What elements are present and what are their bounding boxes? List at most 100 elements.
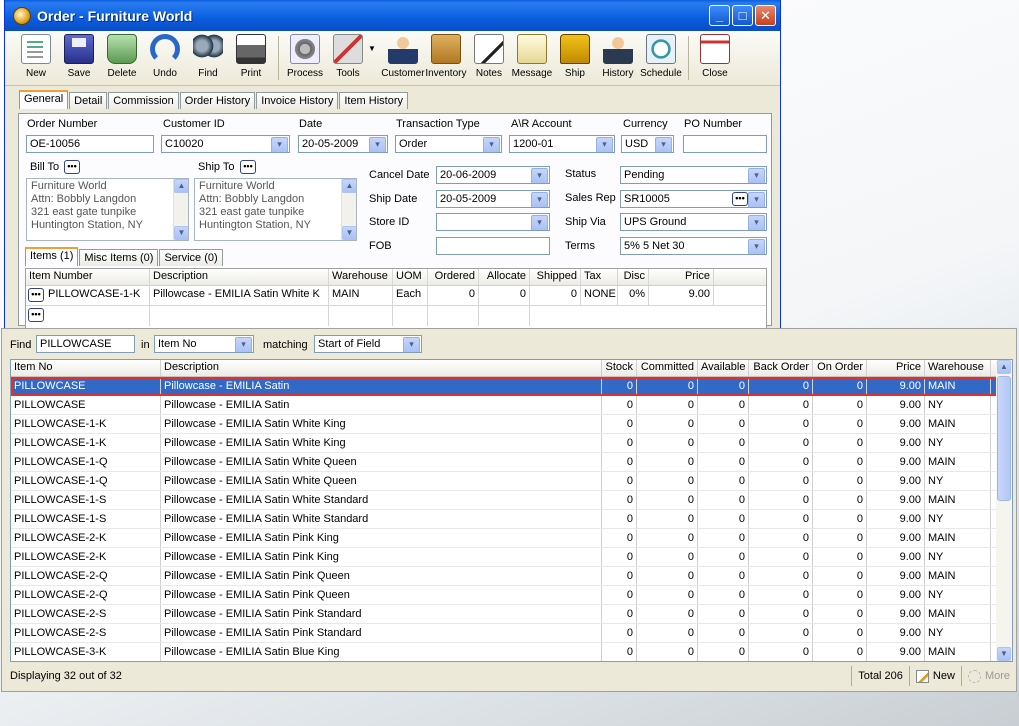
column-header[interactable]: Ordered [428, 269, 479, 285]
ship-to-scrollbar[interactable]: ▲ ▼ [341, 179, 356, 240]
more-button[interactable]: More [967, 669, 1010, 683]
shipped-cell[interactable]: 0 [530, 286, 581, 305]
find-input[interactable]: PILLOWCASE [36, 335, 135, 353]
bill-to-address[interactable]: Furniture World Attn: Bobbly Langdon 321… [26, 178, 189, 241]
delete-button[interactable]: Delete [101, 34, 143, 79]
column-header[interactable]: Warehouse [925, 360, 991, 376]
ship-date-combo[interactable]: 20-05-2009 [436, 190, 550, 208]
tab-detail[interactable]: Detail [69, 92, 108, 109]
scroll-up-icon[interactable]: ▲ [342, 179, 356, 193]
column-header[interactable]: Disc [618, 269, 649, 285]
empty-cell[interactable] [479, 306, 530, 326]
process-button[interactable]: Process [284, 34, 326, 79]
ordered-cell[interactable]: 0 [428, 286, 479, 305]
column-header[interactable]: Allocate [479, 269, 530, 285]
column-header[interactable]: Description [161, 360, 602, 376]
column-header[interactable]: On Order [813, 360, 867, 376]
tools-dropdown-arrow-icon[interactable]: ▼ [368, 44, 376, 53]
empty-cell[interactable] [428, 306, 479, 326]
ship-button[interactable]: Ship [554, 34, 596, 79]
cancel-date-combo[interactable]: 20-06-2009 [436, 166, 550, 184]
scroll-down-icon[interactable]: ▼ [174, 226, 188, 240]
item-row[interactable]: ••• PILLOWCASE-1-K Pillowcase - EMILIA S… [26, 286, 766, 306]
tab-item-history[interactable]: Item History [339, 92, 409, 109]
customer-id-combo[interactable]: C10020 [161, 135, 290, 153]
new-item-row[interactable]: ••• [26, 306, 766, 326]
matching-mode-combo[interactable]: Start of Field [314, 335, 422, 353]
table-row[interactable]: PILLOWCASE-1-Q Pillowcase - EMILIA Satin … [11, 453, 1012, 472]
column-header[interactable]: Price [649, 269, 714, 285]
po-number-field[interactable] [683, 135, 767, 153]
tools-button[interactable]: Tools [327, 34, 369, 79]
table-row[interactable]: PILLOWCASE-2-Q Pillowcase - EMILIA Satin … [11, 586, 1012, 605]
history-button[interactable]: History [597, 34, 639, 79]
item-lookup-button[interactable]: ••• [28, 308, 44, 322]
table-row[interactable]: PILLOWCASE-2-K Pillowcase - EMILIA Satin … [11, 529, 1012, 548]
table-row[interactable]: PILLOWCASE-2-S Pillowcase - EMILIA Satin … [11, 624, 1012, 643]
new-item-button[interactable]: New [915, 669, 955, 683]
table-row[interactable]: PILLOWCASE Pillowcase - EMILIA Satin 0 0 0 0 0… [11, 377, 1012, 396]
customer-button[interactable]: Customer [381, 34, 425, 79]
column-header[interactable]: Shipped [530, 269, 581, 285]
scroll-up-icon[interactable]: ▲ [174, 179, 188, 193]
item-number-cell[interactable]: ••• PILLOWCASE-1-K [26, 286, 150, 305]
item-number-cell[interactable]: ••• [26, 306, 150, 326]
ship-via-combo[interactable]: UPS Ground [620, 213, 767, 231]
column-header[interactable]: Item Number [26, 269, 150, 285]
allocate-cell[interactable]: 0 [479, 286, 530, 305]
description-cell[interactable]: Pillowcase - EMILIA Satin White K [150, 286, 329, 305]
description-cell[interactable] [150, 306, 329, 326]
find-button[interactable]: Find [187, 34, 229, 79]
title-bar[interactable]: Order - Furniture World _ □ ✕ [5, 0, 780, 31]
table-row[interactable]: PILLOWCASE-1-Q Pillowcase - EMILIA Satin … [11, 472, 1012, 491]
undo-button[interactable]: Undo [144, 34, 186, 79]
item-lookup-button[interactable]: ••• [28, 288, 44, 302]
fob-field[interactable] [436, 237, 550, 255]
disc-cell[interactable]: 0% [618, 286, 649, 305]
column-header[interactable]: Committed [637, 360, 698, 376]
column-header[interactable]: Description [150, 269, 329, 285]
table-row[interactable]: PILLOWCASE Pillowcase - EMILIA Satin 0 0 0 0 0… [11, 396, 1012, 415]
print-button[interactable]: Print [230, 34, 272, 79]
maximize-button[interactable]: □ [732, 5, 753, 26]
notes-button[interactable]: Notes [468, 34, 510, 79]
transaction-type-combo[interactable]: Order [395, 135, 502, 153]
scroll-up-icon[interactable]: ▲ [997, 360, 1011, 374]
table-row[interactable]: PILLOWCASE-2-Q Pillowcase - EMILIA Satin … [11, 567, 1012, 586]
ship-to-lookup-button[interactable]: ••• [240, 160, 256, 174]
tab-invoice-history[interactable]: Invoice History [256, 92, 339, 109]
table-row[interactable]: PILLOWCASE-2-K Pillowcase - EMILIA Satin … [11, 548, 1012, 567]
scroll-down-icon[interactable]: ▼ [342, 226, 356, 240]
tab-misc-items[interactable]: Misc Items (0) [79, 249, 159, 266]
order-number-field[interactable]: OE-10056 [26, 135, 154, 153]
column-header[interactable]: Item No [11, 360, 161, 376]
save-button[interactable]: Save [58, 34, 100, 79]
table-row[interactable]: PILLOWCASE-1-S Pillowcase - EMILIA Satin … [11, 510, 1012, 529]
tab-items[interactable]: Items (1) [25, 247, 79, 266]
column-header[interactable]: Back Order [749, 360, 813, 376]
date-combo[interactable]: 20-05-2009 [298, 135, 388, 153]
scroll-down-icon[interactable]: ▼ [997, 647, 1011, 661]
table-row[interactable]: PILLOWCASE-3-K Pillowcase - EMILIA Satin … [11, 643, 1012, 661]
tax-cell[interactable]: NONE [581, 286, 618, 305]
table-row[interactable]: PILLOWCASE-1-K Pillowcase - EMILIA Satin … [11, 434, 1012, 453]
message-button[interactable]: Message [511, 34, 553, 79]
column-header[interactable]: Available [698, 360, 749, 376]
ship-to-address[interactable]: Furniture World Attn: Bobbly Langdon 321… [194, 178, 357, 241]
table-row[interactable]: PILLOWCASE-1-K Pillowcase - EMILIA Satin … [11, 415, 1012, 434]
table-row[interactable]: PILLOWCASE-1-S Pillowcase - EMILIA Satin … [11, 491, 1012, 510]
uom-cell[interactable]: Each [393, 286, 428, 305]
column-header[interactable]: UOM [393, 269, 428, 285]
column-header[interactable]: Warehouse [329, 269, 393, 285]
sales-rep-lookup-button[interactable]: ••• [732, 192, 748, 206]
column-header[interactable]: Price [867, 360, 925, 376]
bill-to-lookup-button[interactable]: ••• [64, 160, 80, 174]
minimize-button[interactable]: _ [709, 5, 730, 26]
column-header[interactable]: Tax [581, 269, 618, 285]
empty-cell[interactable] [329, 306, 393, 326]
tab-general[interactable]: General [19, 90, 69, 109]
schedule-button[interactable]: Schedule [640, 34, 682, 79]
tab-commission[interactable]: Commission [108, 92, 179, 109]
inventory-button[interactable]: Inventory [425, 34, 467, 79]
close-window-button[interactable]: ✕ [755, 5, 776, 26]
